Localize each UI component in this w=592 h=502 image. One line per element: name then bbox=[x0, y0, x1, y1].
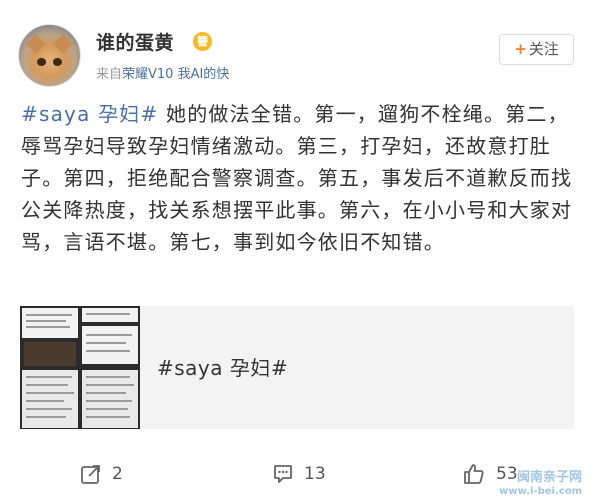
repost-icon bbox=[81, 465, 100, 484]
comment-count: 13 bbox=[304, 464, 326, 484]
topic-thumbnail bbox=[20, 306, 140, 429]
post-hashtag[interactable]: #saya 孕妇# bbox=[21, 102, 158, 126]
repost-count: 2 bbox=[112, 464, 123, 484]
avatar-ear-left bbox=[26, 34, 46, 54]
source-prefix: 来自 bbox=[96, 67, 123, 82]
watermark-line1: 闽南亲子网 bbox=[516, 470, 582, 485]
avatar-eye-left bbox=[37, 58, 46, 66]
weibo-post: 谁的蛋黄 簪 来自荣耀V10 我AI的快 + 关注 #saya 孕妇# 她的做法全… bbox=[0, 0, 592, 502]
follow-button[interactable]: + 关注 bbox=[499, 34, 574, 65]
thumb-column-left bbox=[20, 306, 80, 429]
plus-icon: + bbox=[514, 40, 527, 58]
vip-badge-icon: 簪 bbox=[193, 32, 212, 51]
topic-card[interactable]: #saya 孕妇# bbox=[20, 306, 574, 429]
follow-label: 关注 bbox=[528, 40, 559, 58]
topic-card-title[interactable]: #saya 孕妇# bbox=[157, 352, 288, 381]
comment-icon bbox=[274, 465, 292, 483]
thumb-column-right bbox=[80, 306, 140, 429]
watermark: 闽南亲子网 www.i-bei.com bbox=[499, 471, 582, 498]
thumbs-up-icon bbox=[464, 464, 484, 484]
post-source: 来自荣耀V10 我AI的快 bbox=[96, 63, 229, 82]
watermark-line2: www.i-bei.com bbox=[499, 486, 582, 497]
repost-button[interactable]: 2 bbox=[80, 460, 123, 488]
avatar-ear-right bbox=[53, 34, 73, 54]
author-name[interactable]: 谁的蛋黄 bbox=[96, 28, 174, 55]
avatar[interactable] bbox=[18, 24, 81, 87]
comment-button[interactable]: 13 bbox=[272, 460, 326, 488]
avatar-eye-right bbox=[53, 58, 62, 66]
post-body: #saya 孕妇# 她的做法全错。第一，遛狗不栓绳。第二，辱骂孕妇导致孕妇情绪激… bbox=[21, 98, 577, 258]
source-device[interactable]: 荣耀V10 我AI的快 bbox=[122, 67, 229, 82]
